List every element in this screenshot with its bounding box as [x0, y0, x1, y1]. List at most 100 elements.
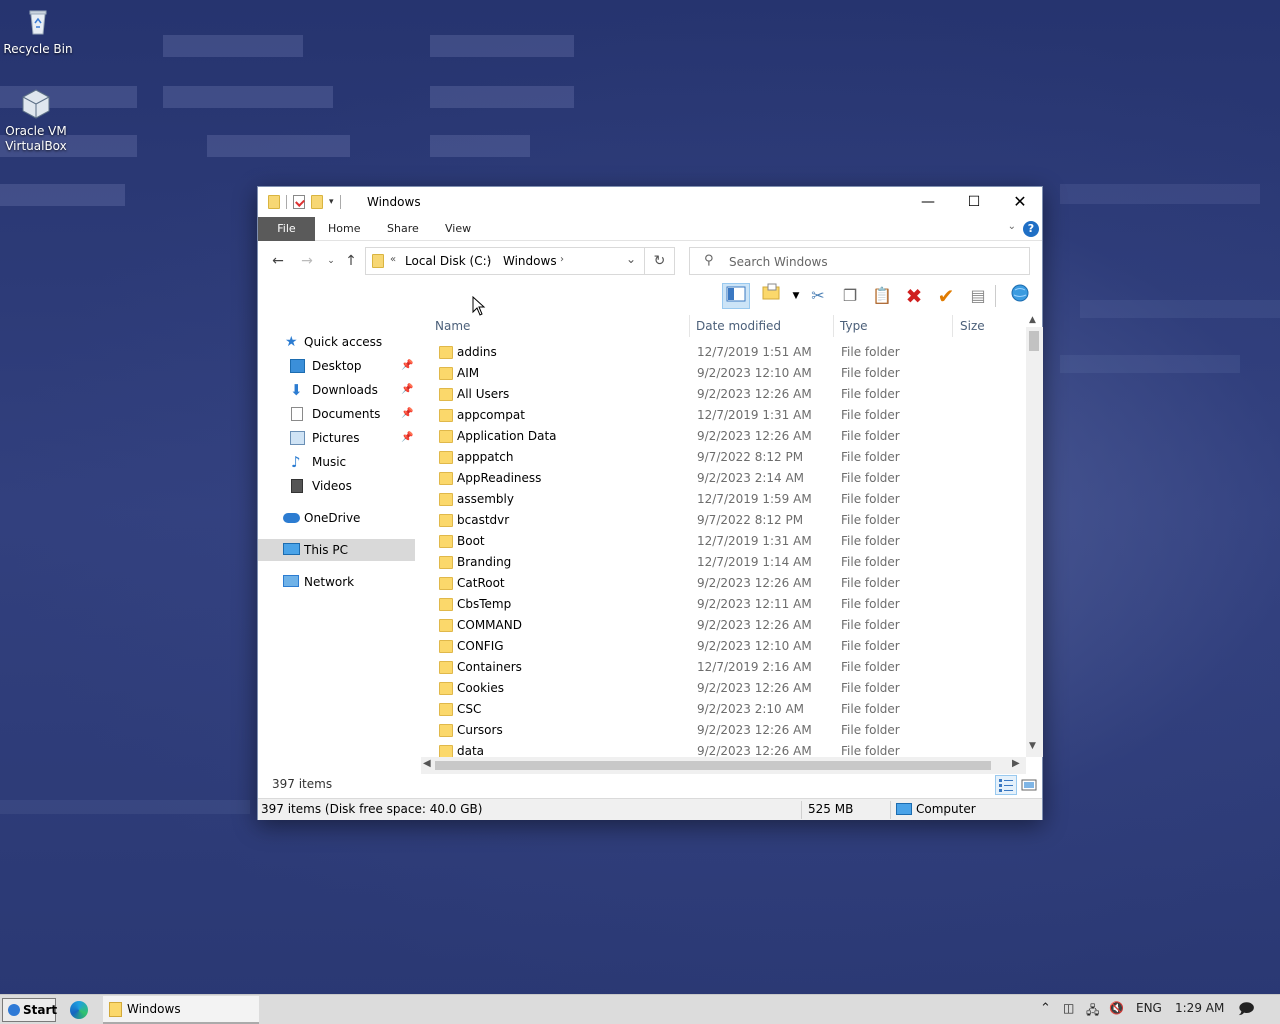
- file-row[interactable]: apppatch 9/7/2022 8:12 PM File folder: [421, 447, 1026, 468]
- music-note-icon: ♪: [291, 453, 301, 471]
- forward-arrow-icon[interactable]: →: [297, 251, 317, 271]
- properties-icon[interactable]: [293, 195, 305, 209]
- address-dropdown-icon[interactable]: ⌄: [626, 252, 636, 266]
- nav-item-quick-access[interactable]: ★ Quick access: [258, 331, 415, 353]
- file-row[interactable]: COMMAND 9/2/2023 12:26 AM File folder: [421, 615, 1026, 636]
- title-bar[interactable]: ▾ Windows — ☐ ✕: [258, 187, 1042, 217]
- file-row[interactable]: Branding 12/7/2019 1:14 AM File folder: [421, 552, 1026, 573]
- copy-icon[interactable]: ❐: [836, 283, 864, 309]
- file-row[interactable]: Containers 12/7/2019 2:16 AM File folder: [421, 657, 1026, 678]
- chevron-right-icon[interactable]: ›: [560, 254, 564, 265]
- file-row[interactable]: CONFIG 9/2/2023 12:10 AM File folder: [421, 636, 1026, 657]
- start-button[interactable]: Start: [2, 998, 57, 1022]
- pin-icon[interactable]: 📌: [401, 379, 413, 401]
- file-row[interactable]: AppReadiness 9/2/2023 2:14 AM File folder: [421, 468, 1026, 489]
- nav-item-downloads[interactable]: ⬇ Downloads 📌: [258, 379, 415, 401]
- paste-icon[interactable]: 📋: [868, 283, 896, 309]
- search-box[interactable]: ⚲ Search Windows: [689, 247, 1030, 275]
- file-row[interactable]: addins 12/7/2019 1:51 AM File folder: [421, 342, 1026, 363]
- pin-icon[interactable]: 📌: [401, 403, 413, 425]
- column-header-name[interactable]: Name: [435, 313, 470, 339]
- checkmark-icon[interactable]: ✔: [932, 283, 960, 309]
- file-row[interactable]: All Users 9/2/2023 12:26 AM File folder: [421, 384, 1026, 405]
- desktop-icon-recycle-bin[interactable]: Recycle Bin: [0, 6, 76, 57]
- expand-ribbon-icon[interactable]: ⌄: [1008, 221, 1016, 232]
- minimize-button[interactable]: —: [905, 187, 951, 217]
- language-indicator[interactable]: ENG: [1136, 1001, 1162, 1015]
- globe-icon[interactable]: [1006, 283, 1034, 309]
- vertical-scrollbar[interactable]: ▲ ▼: [1026, 315, 1043, 757]
- refresh-icon[interactable]: ↻: [645, 247, 675, 275]
- preview-pane-icon[interactable]: [722, 283, 750, 309]
- pin-icon[interactable]: 📌: [401, 355, 413, 377]
- search-input[interactable]: Search Windows: [729, 255, 828, 269]
- device-icon[interactable]: ◫: [1063, 1001, 1074, 1015]
- file-row[interactable]: Boot 12/7/2019 1:31 AM File folder: [421, 531, 1026, 552]
- file-date: 9/7/2022 8:12 PM: [697, 450, 804, 464]
- scroll-thumb[interactable]: [435, 761, 991, 770]
- delete-icon[interactable]: ✖: [900, 283, 928, 309]
- edge-browser-icon[interactable]: [70, 1001, 88, 1019]
- file-row[interactable]: Cookies 9/2/2023 12:26 AM File folder: [421, 678, 1026, 699]
- nav-item-videos[interactable]: Videos: [258, 475, 415, 497]
- file-row[interactable]: appcompat 12/7/2019 1:31 AM File folder: [421, 405, 1026, 426]
- file-row[interactable]: Cursors 9/2/2023 12:26 AM File folder: [421, 720, 1026, 741]
- volume-muted-icon[interactable]: 🔇: [1109, 1001, 1124, 1015]
- nav-item-pictures[interactable]: Pictures 📌: [258, 427, 415, 449]
- maximize-button[interactable]: ☐: [951, 187, 997, 217]
- folder-icon: [439, 598, 453, 611]
- column-header-date[interactable]: Date modified: [696, 313, 781, 339]
- tab-view[interactable]: View: [433, 217, 483, 241]
- scroll-up-icon[interactable]: ▲: [1029, 315, 1036, 325]
- column-header-size[interactable]: Size: [960, 313, 985, 339]
- tab-share[interactable]: Share: [375, 217, 431, 241]
- chevron-right-icon[interactable]: ›: [487, 254, 491, 265]
- details-view-icon[interactable]: [995, 775, 1017, 795]
- breadcrumb-local-disk[interactable]: Local Disk (C:): [405, 254, 491, 268]
- chevron-up-icon[interactable]: ⌃: [1040, 1001, 1051, 1016]
- back-arrow-icon[interactable]: ←: [268, 251, 288, 271]
- new-folder-icon[interactable]: [311, 195, 323, 209]
- large-icons-view-icon[interactable]: [1018, 775, 1040, 795]
- customize-qat-icon[interactable]: ▾: [329, 197, 334, 207]
- tab-home[interactable]: Home: [316, 217, 372, 241]
- nav-item-music[interactable]: ♪ Music: [258, 451, 415, 473]
- status-bar: 397 items (Disk free space: 40.0 GB) 525…: [258, 798, 1042, 820]
- desktop-icon-label: Recycle Bin: [3, 42, 73, 56]
- scroll-left-icon[interactable]: ◀: [423, 758, 431, 769]
- taskbar-item-windows[interactable]: Windows: [103, 996, 259, 1024]
- recent-locations-icon[interactable]: ⌄: [321, 251, 341, 271]
- file-row[interactable]: CatRoot 9/2/2023 12:26 AM File folder: [421, 573, 1026, 594]
- scroll-down-icon[interactable]: ▼: [1029, 741, 1036, 751]
- column-header-type[interactable]: Type: [840, 313, 868, 339]
- network-status-icon[interactable]: 🖧: [1086, 1001, 1099, 1022]
- address-overflow[interactable]: «: [390, 254, 396, 265]
- close-button[interactable]: ✕: [997, 187, 1043, 217]
- file-date: 12/7/2019 1:51 AM: [697, 345, 812, 359]
- help-icon[interactable]: ?: [1023, 221, 1039, 237]
- notifications-icon[interactable]: 🗩: [1238, 999, 1255, 1024]
- scroll-right-icon[interactable]: ▶: [1012, 758, 1020, 769]
- file-row[interactable]: AIM 9/2/2023 12:10 AM File folder: [421, 363, 1026, 384]
- address-bar[interactable]: « Local Disk (C:) › Windows › ⌄: [365, 247, 645, 275]
- nav-item-onedrive[interactable]: OneDrive: [258, 507, 415, 529]
- file-row[interactable]: Application Data 9/2/2023 12:26 AM File fo…: [421, 426, 1026, 447]
- pin-icon[interactable]: 📌: [401, 427, 413, 449]
- rename-icon[interactable]: ▤: [964, 283, 992, 309]
- cut-icon[interactable]: ✂: [804, 283, 832, 309]
- nav-item-this-pc[interactable]: This PC: [258, 539, 415, 561]
- scroll-thumb[interactable]: [1029, 331, 1039, 351]
- tab-file[interactable]: File: [258, 217, 315, 241]
- file-row[interactable]: bcastdvr 9/7/2022 8:12 PM File folder: [421, 510, 1026, 531]
- nav-item-network[interactable]: Network: [258, 571, 415, 593]
- nav-item-desktop[interactable]: Desktop 📌: [258, 355, 415, 377]
- clock[interactable]: 1:29 AM: [1175, 1001, 1224, 1015]
- file-row[interactable]: CSC 9/2/2023 2:10 AM File folder: [421, 699, 1026, 720]
- desktop-icon-virtualbox[interactable]: Oracle VM VirtualBox: [0, 88, 74, 154]
- horizontal-scrollbar[interactable]: ◀ ▶: [421, 757, 1026, 774]
- up-arrow-icon[interactable]: ↑: [341, 251, 361, 271]
- nav-item-documents[interactable]: Documents 📌: [258, 403, 415, 425]
- file-row[interactable]: assembly 12/7/2019 1:59 AM File folder: [421, 489, 1026, 510]
- file-row[interactable]: CbsTemp 9/2/2023 12:11 AM File folder: [421, 594, 1026, 615]
- breadcrumb-windows[interactable]: Windows: [503, 254, 557, 268]
